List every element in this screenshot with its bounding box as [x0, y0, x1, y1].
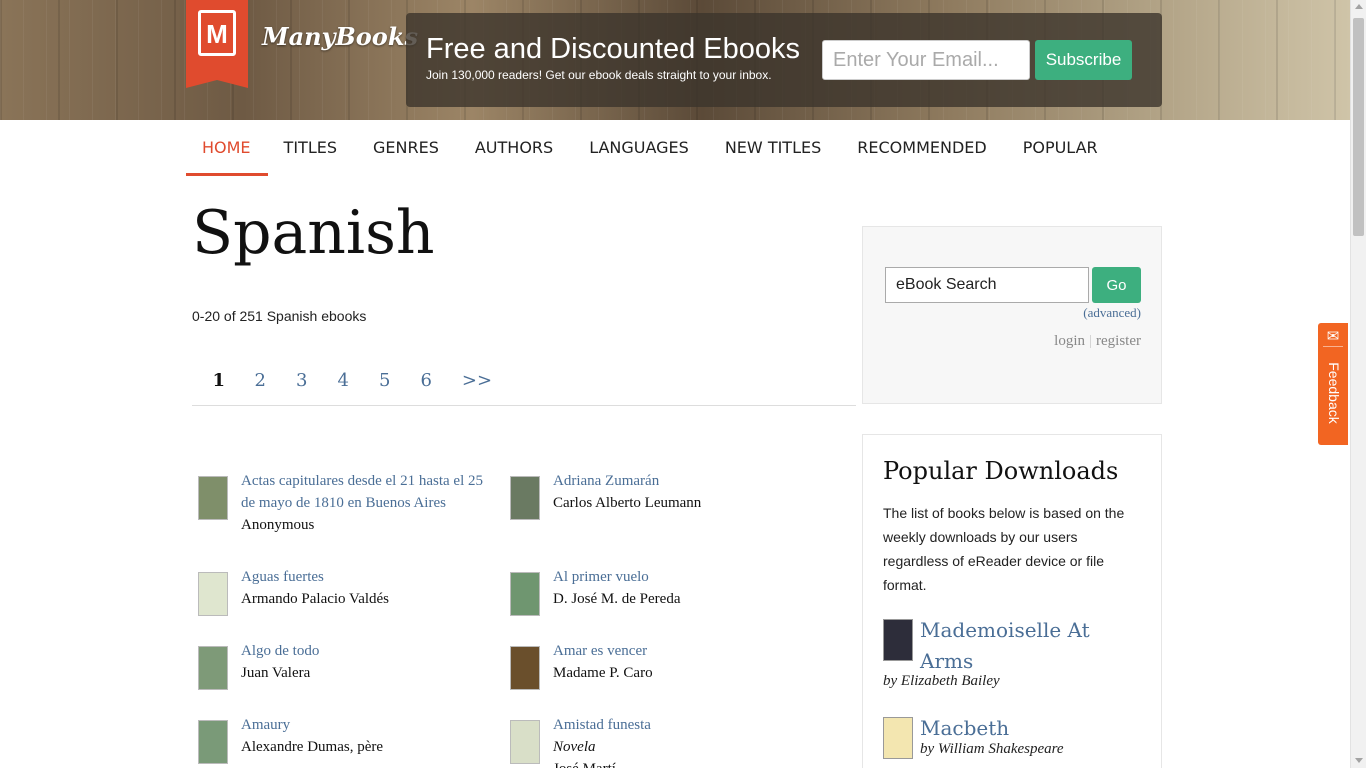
megaphone-icon: ✉	[1323, 327, 1343, 347]
book-cover[interactable]	[510, 572, 540, 616]
list-item: Al primer vuelo D. José M. de Pereda	[510, 566, 810, 616]
book-title-link[interactable]: Amistad funesta	[553, 714, 651, 736]
popular-author: by Elizabeth Bailey	[883, 673, 1000, 689]
logo[interactable]: M	[186, 0, 248, 80]
logo-notch	[186, 80, 248, 88]
logo-letter: M	[206, 19, 228, 49]
book-cover[interactable]	[198, 646, 228, 690]
pagination: 1 2 3 4 5 6 >>	[192, 366, 856, 406]
book-cover[interactable]	[510, 476, 540, 520]
search-panel: Go (advanced) login|register	[862, 226, 1162, 404]
list-item: Algo de todo Juan Valera	[198, 640, 498, 690]
list-item: Actas capitulares desde el 21 hasta el 2…	[198, 470, 498, 536]
scroll-down-icon[interactable]	[1355, 758, 1363, 763]
popular-heading: Popular Downloads	[883, 457, 1119, 485]
book-author: Madame P. Caro	[553, 665, 653, 681]
subscribe-button[interactable]: Subscribe	[1035, 40, 1132, 80]
book-author: Armando Palacio Valdés	[241, 591, 390, 607]
book-author: D. José M. de Pereda	[553, 591, 681, 607]
next-page[interactable]: >>	[447, 366, 507, 405]
book-author: Alexandre Dumas, père	[241, 739, 384, 755]
list-item: Amar es vencer Madame P. Caro	[510, 640, 810, 690]
register-link[interactable]: register	[1096, 333, 1141, 349]
book-title-link[interactable]: Amar es vencer	[553, 640, 653, 662]
nav-genres[interactable]: GENRES	[357, 120, 459, 176]
book-title-link[interactable]: Actas capitulares desde el 21 hasta el 2…	[241, 470, 498, 514]
popular-author: by William Shakespeare	[920, 741, 1064, 757]
book-title-link[interactable]: Aguas fuertes	[241, 566, 389, 588]
page-title: Spanish	[192, 198, 435, 268]
advanced-search-link[interactable]: (advanced)	[1083, 305, 1141, 321]
main-nav: HOME TITLES GENRES AUTHORS LANGUAGES NEW…	[186, 120, 1118, 176]
book-cover[interactable]	[198, 572, 228, 616]
go-button[interactable]: Go	[1092, 267, 1141, 303]
scrollbar-thumb[interactable]	[1353, 18, 1364, 236]
result-count: 0-20 of 251 Spanish ebooks	[192, 308, 367, 324]
promo-subtitle: Join 130,000 readers! Get our ebook deal…	[426, 68, 772, 82]
feedback-tab[interactable]: ✉ Feedback	[1318, 323, 1348, 445]
email-input[interactable]	[822, 40, 1030, 80]
book-author: Anonymous	[241, 517, 315, 533]
popular-cover[interactable]	[883, 619, 913, 661]
list-item: Amistad funesta Novela José Martí	[510, 714, 810, 768]
nav-popular[interactable]: POPULAR	[1007, 120, 1118, 176]
popular-title-link[interactable]: Macbeth	[920, 713, 1120, 744]
logo-wordmark[interactable]: ManyBooks	[262, 22, 418, 51]
popular-description: The list of books below is based on the …	[883, 505, 1125, 593]
page-1: 1	[212, 370, 226, 391]
page-2[interactable]: 2	[240, 366, 282, 405]
popular-downloads: Popular Downloads The list of books belo…	[862, 434, 1162, 768]
page-5[interactable]: 5	[364, 366, 406, 405]
scroll-up-icon[interactable]	[1355, 4, 1363, 9]
book-cover[interactable]	[510, 646, 540, 690]
nav-recommended[interactable]: RECOMMENDED	[841, 120, 1006, 176]
feedback-label: Feedback	[1326, 362, 1342, 424]
login-link[interactable]: login	[1054, 333, 1085, 349]
site-header: M ManyBooks Free and Discounted Ebooks J…	[0, 0, 1350, 120]
search-input[interactable]	[885, 267, 1089, 303]
page-3[interactable]: 3	[281, 366, 323, 405]
nav-authors[interactable]: AUTHORS	[459, 120, 573, 176]
page-4[interactable]: 4	[323, 366, 365, 405]
book-cover[interactable]	[198, 476, 228, 520]
auth-links: login | register	[1054, 333, 1141, 350]
list-item: Adriana Zumarán Carlos Alberto Leumann	[510, 470, 810, 520]
nav-languages[interactable]: LANGUAGES	[573, 120, 709, 176]
auth-separator: |	[1089, 333, 1093, 349]
vertical-scrollbar[interactable]	[1350, 0, 1366, 768]
book-cover[interactable]	[510, 720, 540, 764]
newsletter-banner: Free and Discounted Ebooks Join 130,000 …	[406, 13, 1162, 107]
book-logo-icon: M	[198, 10, 236, 56]
promo-title: Free and Discounted Ebooks	[426, 33, 800, 65]
book-title-link[interactable]: Al primer vuelo	[553, 566, 680, 588]
nav-titles[interactable]: TITLES	[268, 120, 357, 176]
page-6[interactable]: 6	[406, 366, 448, 405]
popular-cover[interactable]	[883, 717, 913, 759]
book-title-link[interactable]: Adriana Zumarán	[553, 470, 701, 492]
book-title-link[interactable]: Amaury	[241, 714, 383, 736]
list-item: Amaury Alexandre Dumas, père	[198, 714, 498, 764]
list-item: Aguas fuertes Armando Palacio Valdés	[198, 566, 498, 616]
book-author: Carlos Alberto Leumann	[553, 495, 702, 511]
book-subtitle: Novela	[553, 739, 596, 755]
nav-home[interactable]: HOME	[186, 120, 268, 176]
book-author: Juan Valera	[241, 665, 311, 681]
popular-title-link[interactable]: Mademoiselle At Arms	[920, 615, 1120, 677]
book-title-link[interactable]: Algo de todo	[241, 640, 319, 662]
book-cover[interactable]	[198, 720, 228, 764]
book-author: José Martí	[553, 758, 651, 768]
nav-new-titles[interactable]: NEW TITLES	[709, 120, 841, 176]
